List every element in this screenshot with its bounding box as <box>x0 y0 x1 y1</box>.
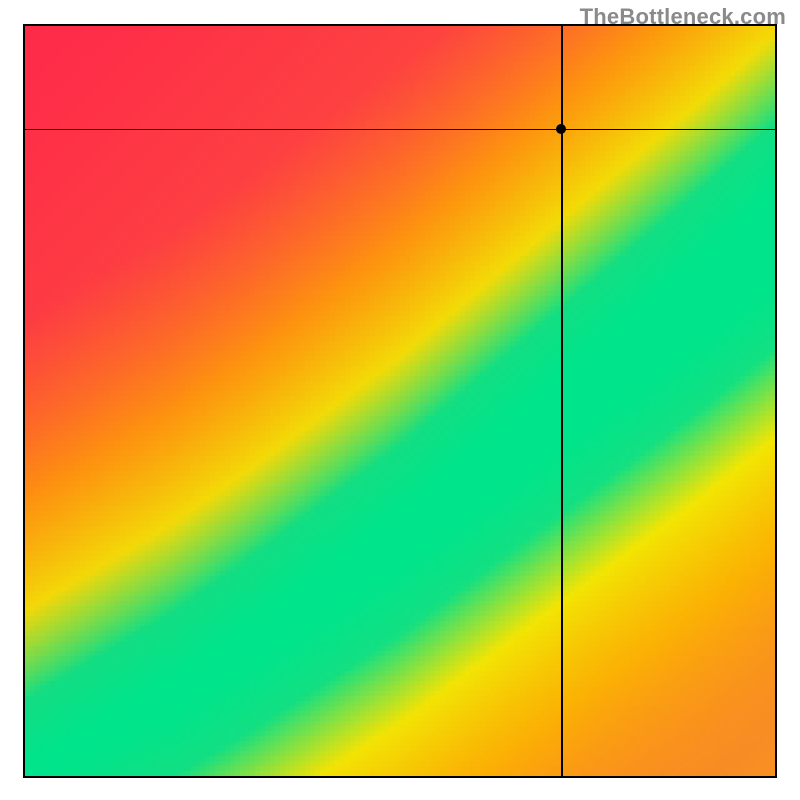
crosshair-horizontal <box>25 129 775 131</box>
heatmap-plot <box>23 24 777 778</box>
heatmap-canvas <box>25 26 775 776</box>
watermark-text: TheBottleneck.com <box>580 4 786 30</box>
reference-point-marker <box>556 124 566 134</box>
crosshair-vertical <box>561 26 563 776</box>
